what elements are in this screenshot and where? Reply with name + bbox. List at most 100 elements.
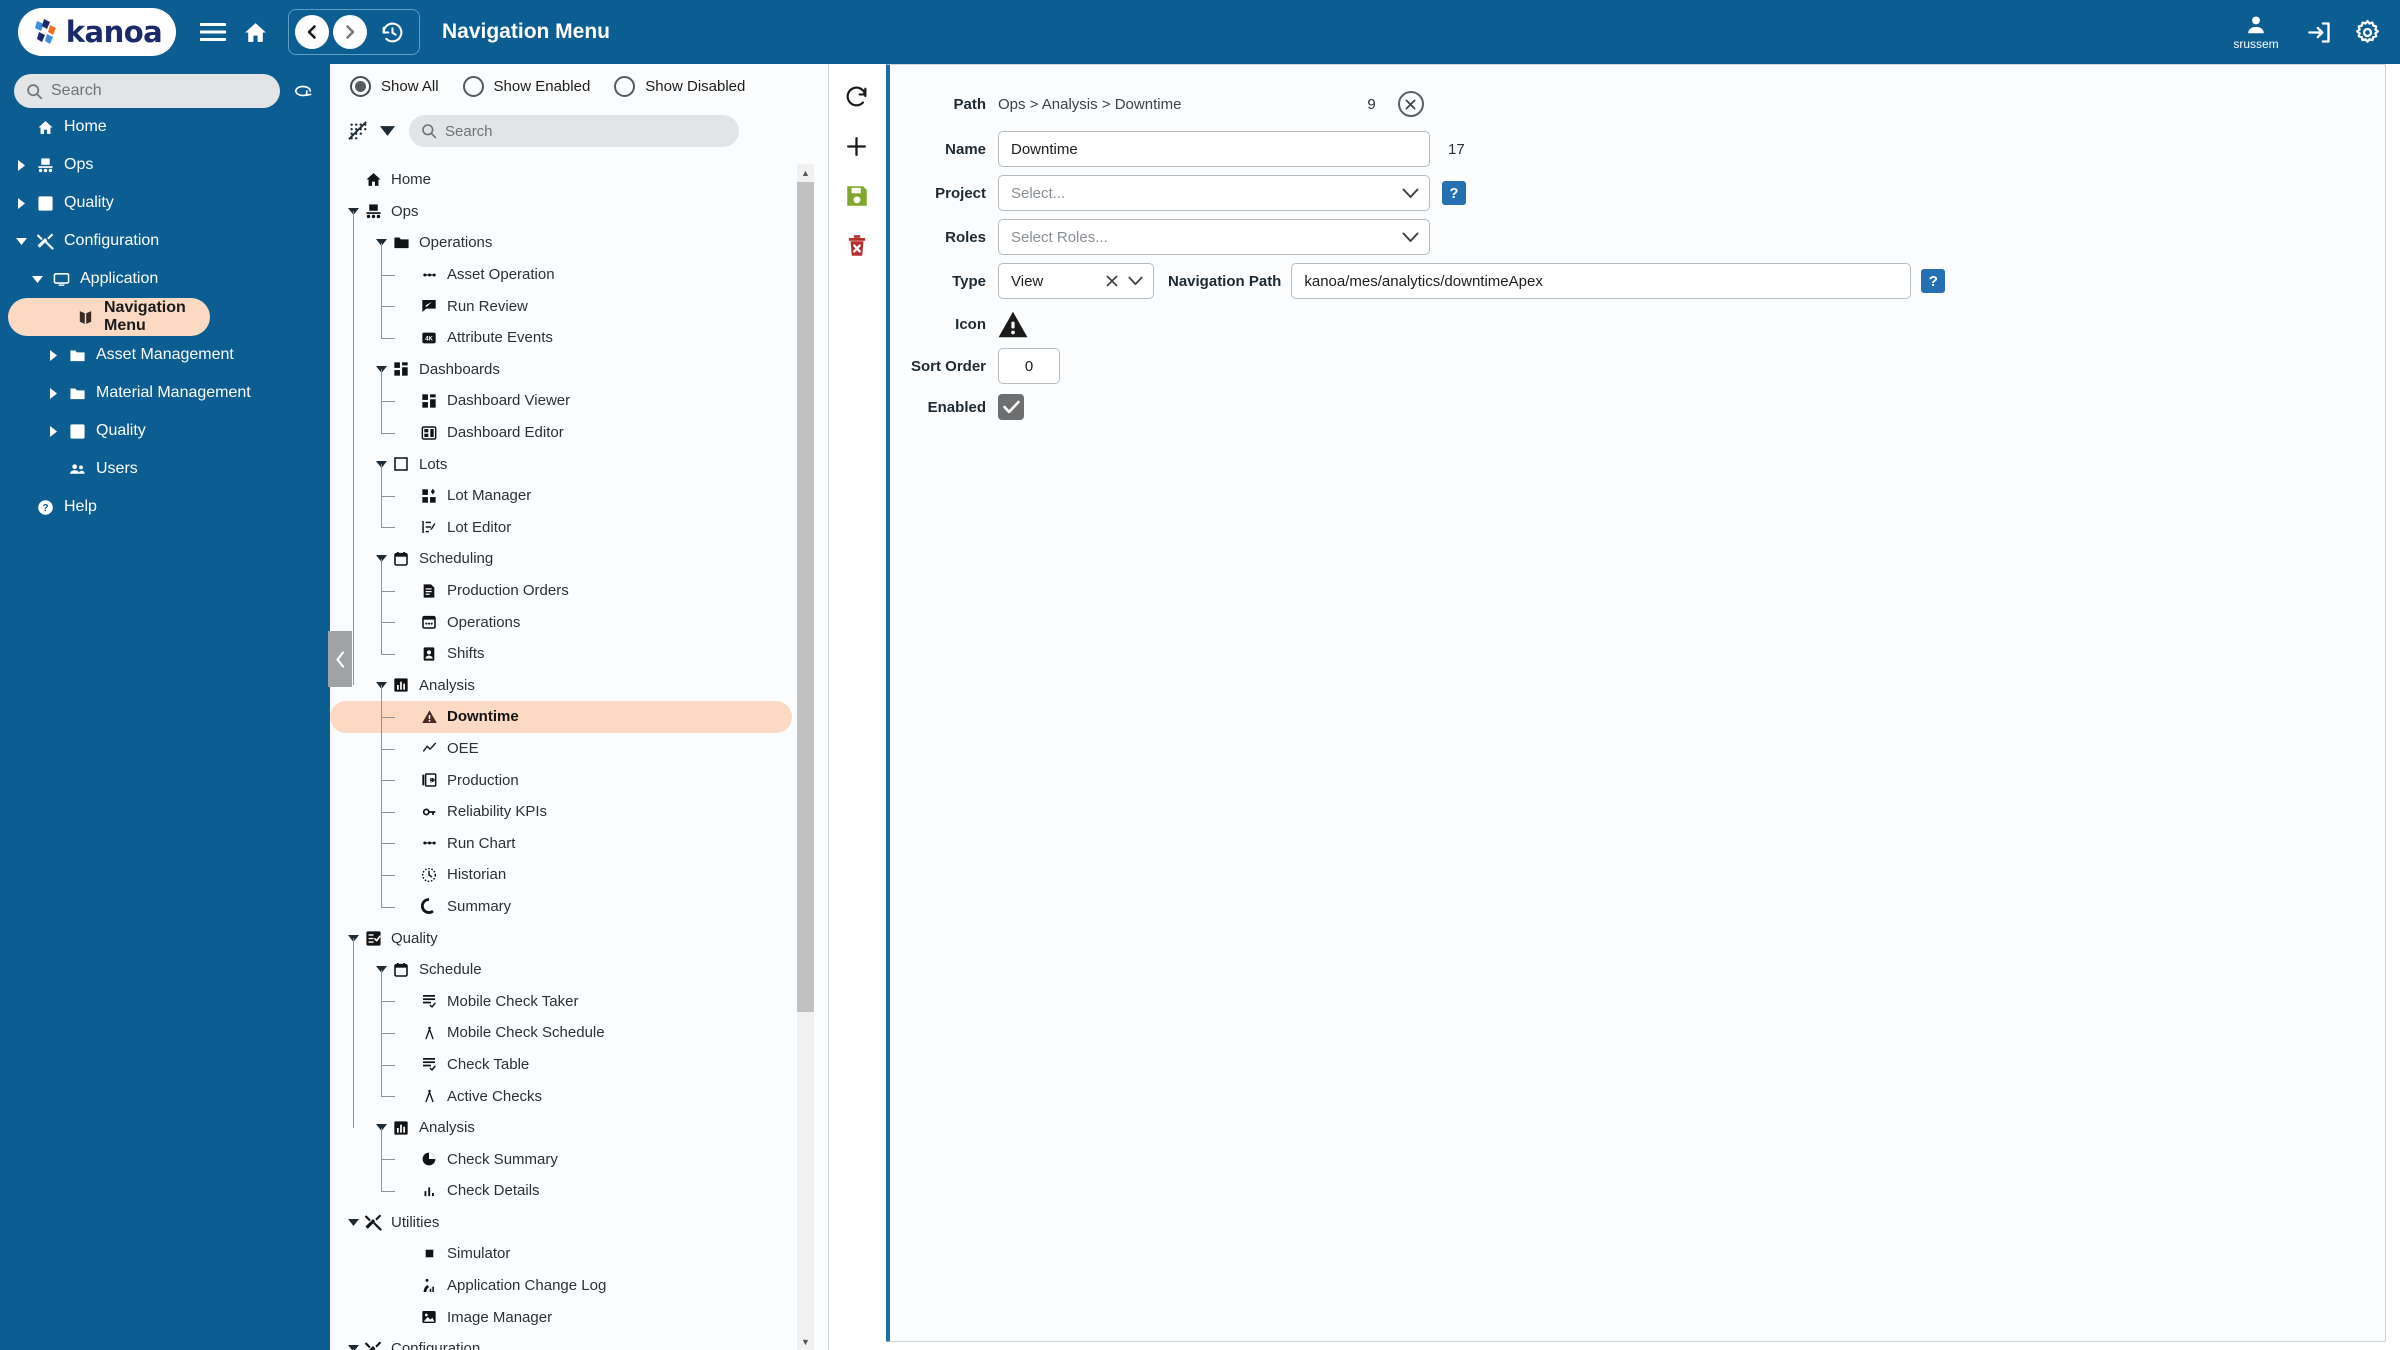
warning-icon[interactable] [998, 311, 1028, 338]
tree-node[interactable]: Application Change Log [330, 1270, 816, 1302]
tree-node[interactable]: Asset Operation [330, 259, 816, 291]
chevron-right-icon[interactable] [10, 197, 32, 209]
tree-node[interactable]: Active Checks [330, 1080, 816, 1112]
add-button[interactable] [839, 128, 875, 164]
radio-show-all[interactable]: Show All [350, 75, 439, 97]
tree-node[interactable]: Quality [330, 922, 816, 954]
tree-node[interactable]: Mobile Check Schedule [330, 1017, 816, 1049]
type-select[interactable]: View [998, 263, 1154, 299]
scrollbar-thumb[interactable] [797, 182, 814, 1012]
hamburger-icon[interactable] [192, 11, 234, 53]
reset-icon[interactable] [288, 82, 318, 100]
chevron-down-icon[interactable] [26, 275, 48, 283]
back-button[interactable] [295, 15, 329, 49]
tree-node[interactable]: OEE [330, 733, 816, 765]
tree-node[interactable]: Historian [330, 859, 816, 891]
sidebar-item-material-management[interactable]: Material Management [0, 374, 328, 412]
sidebar-item-home[interactable]: Home [0, 108, 328, 146]
sidebar-item-asset-management[interactable]: Asset Management [0, 336, 328, 374]
scroll-down-arrow[interactable]: ▼ [797, 1333, 814, 1350]
tree-scrollbar[interactable]: ▲ ▼ [797, 164, 814, 1350]
sort-order-input[interactable]: 0 [998, 348, 1060, 384]
tree-node[interactable]: Analysis [330, 1112, 816, 1144]
tree-node[interactable]: 4K Attribute Events [330, 322, 816, 354]
tree-node[interactable]: Lots [330, 448, 816, 480]
clear-icon[interactable] [1106, 275, 1118, 287]
tree-node[interactable]: Check Table [330, 1049, 816, 1081]
refresh-button[interactable] [839, 78, 875, 114]
user-menu[interactable]: srussem [2220, 14, 2292, 51]
tree-node[interactable]: Operations [330, 606, 816, 638]
chevron-right-icon[interactable] [42, 425, 64, 437]
sidebar-item-application[interactable]: Application [0, 260, 328, 298]
tree-node[interactable]: Scheduling [330, 543, 816, 575]
navigation-path-help-button[interactable]: ? [1921, 269, 1946, 293]
tree-node[interactable]: Check Details [330, 1175, 816, 1207]
tree-node[interactable]: Shifts [330, 638, 816, 670]
sidebar-item-users[interactable]: Users [0, 450, 328, 488]
history-icon[interactable] [371, 11, 413, 53]
search-input[interactable]: Search [14, 74, 280, 108]
roles-select-value: Select Roles... [1011, 228, 1108, 246]
tree-node[interactable]: Run Chart [330, 827, 816, 859]
project-help-button[interactable]: ? [1442, 181, 1466, 205]
tree-node[interactable]: Dashboard Viewer [330, 385, 816, 417]
home-icon[interactable] [234, 11, 276, 53]
tree-node-label: Scheduling [419, 550, 494, 568]
tree-node[interactable]: Schedule [330, 954, 816, 986]
sidebar-item-ops[interactable]: Ops [0, 146, 328, 184]
tree-node[interactable]: Utilities [330, 1207, 816, 1239]
collapse-all-icon[interactable] [348, 121, 368, 141]
sidebar-item-quality[interactable]: Quality [0, 184, 328, 222]
tree-node[interactable]: Production Orders [330, 575, 816, 607]
delete-button[interactable] [839, 228, 875, 264]
tree-node-label: Historian [447, 866, 507, 884]
chevron-down-icon[interactable] [344, 1218, 362, 1226]
tree-node[interactable]: 9 Production [330, 764, 816, 796]
tree-guide-line [381, 559, 382, 654]
navigation-path-input[interactable]: kanoa/mes/analytics/downtimeApex [1291, 263, 1912, 299]
tree-node-selected[interactable]: Downtime [330, 701, 792, 733]
tree-node[interactable]: Check Summary [330, 1143, 816, 1175]
radio-show-enabled[interactable]: Show Enabled [462, 75, 590, 97]
tree-node[interactable]: Lot Editor [330, 512, 816, 544]
tree-node[interactable]: Summary [330, 891, 816, 923]
scroll-up-arrow[interactable]: ▲ [797, 164, 814, 181]
tree-node[interactable]: Ops [330, 196, 816, 228]
gear-icon[interactable] [2346, 11, 2388, 53]
panel-collapse-handle[interactable] [328, 631, 352, 687]
tree-node[interactable]: Dashboards [330, 354, 816, 386]
chevron-down-icon[interactable] [10, 237, 32, 245]
tree-node[interactable]: Reliability KPIs [330, 796, 816, 828]
forward-button[interactable] [333, 15, 367, 49]
chevron-right-icon[interactable] [42, 349, 64, 361]
tree-node[interactable]: Analysis [330, 670, 816, 702]
tree-node[interactable]: Run Review [330, 290, 816, 322]
tree-node-label: Check Details [447, 1182, 540, 1200]
kanoa-logo[interactable]: kanoa [18, 8, 176, 56]
sidebar-item-configuration[interactable]: Configuration [0, 222, 328, 260]
chevron-down-icon[interactable] [380, 126, 395, 136]
radio-show-disabled[interactable]: Show Disabled [614, 75, 745, 97]
close-icon[interactable] [1397, 91, 1424, 117]
login-icon[interactable] [2298, 11, 2340, 53]
tree-search-input[interactable]: Search [409, 115, 739, 147]
chevron-right-icon[interactable] [10, 159, 32, 171]
sidebar-item-help[interactable]: ? Help [0, 488, 328, 526]
roles-select[interactable]: Select Roles... [998, 219, 1430, 255]
chevron-right-icon[interactable] [42, 387, 64, 399]
tree-node[interactable]: Simulator [330, 1238, 816, 1270]
tree-node[interactable]: Home [330, 164, 816, 196]
sidebar-item-navigation-menu[interactable]: Navigation Menu [8, 298, 210, 336]
tree-node[interactable]: Lot Manager [330, 480, 816, 512]
tree-node[interactable]: Mobile Check Taker [330, 985, 816, 1017]
project-select[interactable]: Select... [998, 175, 1430, 211]
enabled-checkbox[interactable] [998, 394, 1024, 420]
save-button[interactable] [839, 178, 875, 214]
tree-node[interactable]: Image Manager [330, 1301, 816, 1333]
name-input[interactable]: Downtime [998, 131, 1430, 167]
tree-node[interactable]: Dashboard Editor [330, 417, 816, 449]
tree-node[interactable]: Operations [330, 227, 816, 259]
tree-node[interactable]: Configuration [330, 1333, 816, 1350]
sidebar-item-quality[interactable]: Quality [0, 412, 328, 450]
